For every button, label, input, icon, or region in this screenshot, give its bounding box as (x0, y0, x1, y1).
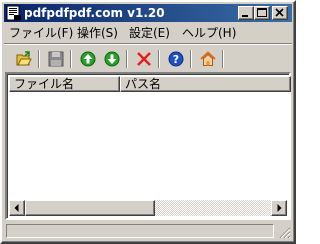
status-panel (6, 224, 274, 238)
column-header-label: パス名 (125, 77, 162, 91)
save-button[interactable] (46, 49, 66, 69)
home-button[interactable] (198, 49, 218, 69)
menu-bar: ファイル(F) 操作(S) 設定(E) ヘルプ(H) (4, 23, 292, 42)
minimize-button[interactable] (238, 6, 254, 20)
maximize-button[interactable] (254, 6, 270, 20)
arrow-right-icon (277, 204, 282, 212)
column-header-path[interactable]: パス名 (120, 76, 291, 92)
scroll-right-button[interactable] (271, 200, 287, 216)
open-folder-icon (16, 51, 32, 66)
save-disk-icon (48, 51, 64, 67)
move-down-button[interactable] (102, 49, 122, 69)
toolbar-separator (38, 50, 40, 68)
move-up-button[interactable] (78, 49, 98, 69)
menu-operation[interactable]: 操作(S) (77, 25, 118, 41)
window-title: pdfpdfpdf.com v1.20 (24, 6, 165, 20)
home-icon (200, 51, 216, 66)
menu-file[interactable]: ファイル(F) (9, 25, 73, 41)
toolbar: ? (4, 43, 292, 72)
toolbar-separator (70, 50, 72, 68)
maximize-icon (257, 8, 267, 17)
close-button[interactable] (272, 6, 288, 20)
column-header-label: ファイル名 (14, 77, 75, 91)
file-list[interactable]: ファイル名 パス名 (5, 72, 291, 220)
toolbar-separator (158, 50, 160, 68)
arrow-up-icon (80, 51, 96, 67)
arrow-down-icon (104, 51, 120, 67)
title-bar[interactable]: pdfpdfpdf.com v1.20 (4, 4, 292, 22)
menu-settings[interactable]: 設定(E) (129, 25, 170, 41)
delete-x-icon (137, 52, 151, 66)
app-window: pdfpdfpdf.com v1.20 ファイル(F) 操作(S) 設定(E) … (0, 0, 296, 244)
help-button[interactable]: ? (166, 49, 186, 69)
resize-grip-icon[interactable] (277, 225, 291, 239)
close-icon (275, 8, 284, 17)
help-icon: ? (168, 51, 184, 67)
status-bar (4, 222, 292, 240)
toolbar-separator (190, 50, 192, 68)
toolbar-separator (222, 50, 224, 68)
minimize-icon (242, 15, 248, 17)
delete-button[interactable] (134, 49, 154, 69)
open-button[interactable] (14, 49, 34, 69)
svg-text:?: ? (173, 53, 179, 66)
toolbar-separator (126, 50, 128, 68)
scroll-thumb[interactable] (25, 200, 155, 216)
scroll-left-button[interactable] (9, 200, 25, 216)
list-header: ファイル名 パス名 (9, 76, 291, 92)
menu-help[interactable]: ヘルプ(H) (182, 25, 236, 41)
app-icon (6, 5, 21, 21)
horizontal-scrollbar[interactable] (9, 200, 287, 216)
arrow-left-icon (14, 204, 19, 212)
column-header-filename[interactable]: ファイル名 (9, 76, 120, 92)
